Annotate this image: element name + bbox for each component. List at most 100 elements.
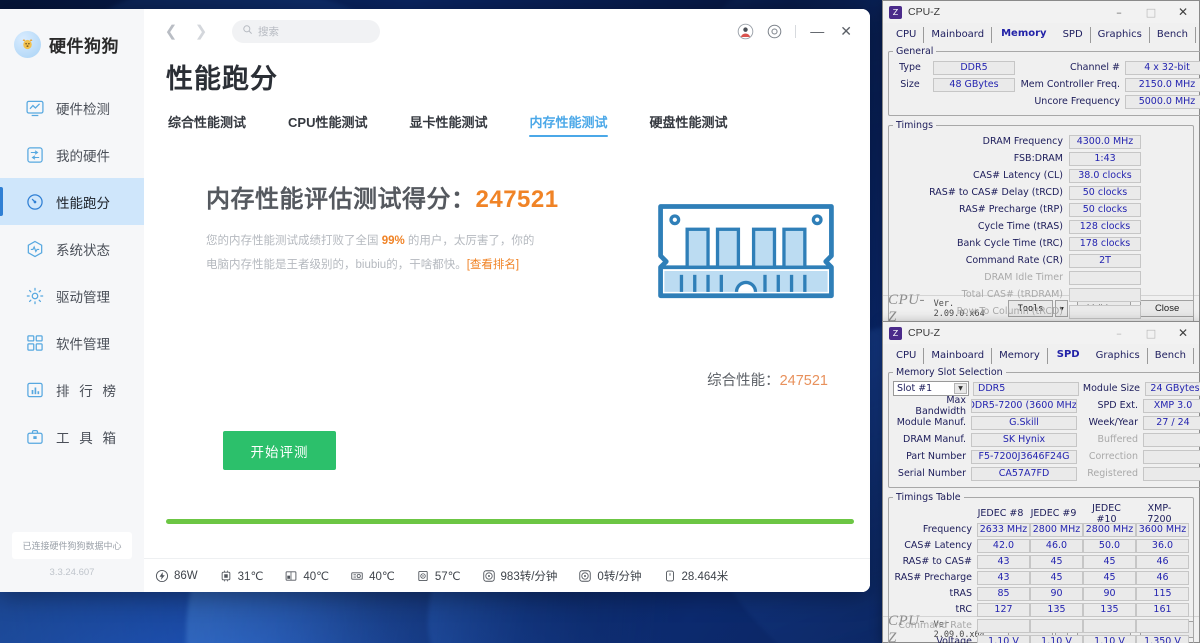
cell: 127 <box>977 602 1030 617</box>
sidebar-item-label: 驱动管理 <box>56 289 110 305</box>
tab-graphics[interactable]: Graphics <box>1091 27 1150 43</box>
tab-memory[interactable]: 内存性能测试 <box>529 112 608 137</box>
chevron-left-icon[interactable]: ❮ <box>158 18 184 44</box>
timing-label: FSB:DRAM <box>1013 153 1063 164</box>
ddr-type-value: DDR5 <box>973 381 1079 396</box>
timing-label: Total CAS# (tRDRAM) <box>961 289 1063 300</box>
status-mainboard-temp: 40℃ <box>284 569 329 583</box>
status-value: 57℃ <box>434 570 461 583</box>
timing-label: Bank Cycle Time (tRC) <box>956 238 1063 249</box>
sidebar-item-toolbox[interactable]: 工 具 箱 <box>0 413 144 460</box>
part-number-label: Part Number <box>906 451 966 462</box>
status-bar: 86W 31℃ 40℃ 40℃ 57℃ 983转/分钟 0转/分钟 28.464… <box>144 558 870 592</box>
timings-table-row: Command Rate <box>893 618 1189 633</box>
column-header: XMP-7200 <box>1147 502 1172 525</box>
hardware-card-icon <box>25 145 45 165</box>
tab-about[interactable]: About <box>1194 348 1200 364</box>
dram-manuf-label: DRAM Manuf. <box>903 434 966 445</box>
timing-value: 4300.0 MHz <box>1069 134 1141 149</box>
hexagon-pulse-icon <box>25 239 45 259</box>
tab-bench[interactable]: Bench <box>1148 348 1194 364</box>
benchmark-tabs: 综合性能测试 CPU性能测试 显卡性能测试 内存性能测试 硬盘性能测试 <box>166 112 854 137</box>
sidebar-item-software-manage[interactable]: 软件管理 <box>0 319 144 366</box>
tab-disk[interactable]: 硬盘性能测试 <box>650 112 728 137</box>
group-legend: Timings Table <box>896 492 961 503</box>
sidebar-item-system-status[interactable]: 系统状态 <box>0 225 144 272</box>
tab-spd[interactable]: SPD <box>1056 27 1091 43</box>
disk-icon <box>418 570 428 581</box>
close-button[interactable]: ✕ <box>838 24 854 38</box>
sidebar: 硬件狗狗 硬件检测 我的硬件 性能跑分 系统状态 驱动管理 软件管理 排 行 榜… <box>0 9 144 592</box>
spd-row: DRAM Manuf. SK Hynix Buffered <box>893 432 1200 447</box>
timings-table-row: RAS# to CAS# 43 45 45 46 <box>893 554 1189 569</box>
slot-select[interactable]: Slot #1 ▼ <box>893 381 969 396</box>
close-button[interactable]: ✕ <box>1167 1 1199 23</box>
tab-cpu[interactable]: CPU <box>889 27 925 43</box>
timing-label: DRAM Frequency <box>982 136 1063 147</box>
tab-memory[interactable]: Memory <box>992 348 1048 364</box>
tab-cpu[interactable]: CPU性能测试 <box>288 112 367 137</box>
cpuz-spd-tabs: CPU Mainboard Memory SPD Graphics Bench … <box>883 344 1199 364</box>
tab-about[interactable]: About <box>1196 27 1200 43</box>
timing-value: 50 clocks <box>1069 185 1141 200</box>
cell: 43 <box>977 570 1030 585</box>
cell: 115 <box>1136 586 1189 601</box>
sidebar-item-hardware-detect[interactable]: 硬件检测 <box>0 84 144 131</box>
channel-value: 4 x 32-bit <box>1125 60 1200 75</box>
timing-row: Command Rate (CR) 2T <box>893 253 1189 268</box>
view-ranking-link[interactable]: [查看排名] <box>467 259 519 271</box>
timing-row: RAS# Precharge (tRP) 50 clocks <box>893 202 1189 217</box>
timing-row: FSB:DRAM 1:43 <box>893 151 1189 166</box>
sidebar-item-benchmark[interactable]: 性能跑分 <box>0 178 144 225</box>
tab-overall[interactable]: 综合性能测试 <box>168 112 246 137</box>
spd-row: Module Manuf. G.Skill Week/Year 27 / 24 <box>893 415 1200 430</box>
status-value: 31℃ <box>237 570 264 583</box>
sidebar-item-leaderboard[interactable]: 排 行 榜 <box>0 366 144 413</box>
chevron-down-icon[interactable]: ▼ <box>954 383 967 394</box>
maximize-button[interactable]: □ <box>1135 322 1167 344</box>
tab-mainboard[interactable]: Mainboard <box>924 348 993 364</box>
status-uptime: 28.464米 <box>663 568 728 584</box>
general-row: Uncore Frequency 5000.0 MHz <box>893 94 1200 109</box>
timings-table-row: tRC 127 135 135 161 <box>893 602 1189 617</box>
cell: 161 <box>1136 602 1189 617</box>
maximize-button[interactable]: □ <box>1135 1 1167 23</box>
cell: 135 <box>1083 602 1136 617</box>
tab-gpu[interactable]: 显卡性能测试 <box>409 112 487 137</box>
column-header: JEDEC #8 <box>977 508 1024 519</box>
timing-row: Cycle Time (tRAS) 128 clocks <box>893 219 1189 234</box>
minimize-button[interactable]: — <box>808 24 826 38</box>
timing-value: 178 clocks <box>1069 236 1141 251</box>
sidebar-item-label: 排 行 榜 <box>56 383 120 399</box>
general-row: Type DDR5 Channel # 4 x 32-bit <box>893 60 1200 75</box>
timing-label: Command Rate (CR) <box>965 255 1063 266</box>
cpuz-icon: Z <box>889 326 902 340</box>
cell: 90 <box>1083 586 1136 601</box>
minimize-button[interactable]: – <box>1103 322 1135 344</box>
tab-bench[interactable]: Bench <box>1150 27 1197 43</box>
timing-row: DRAM Frequency 4300.0 MHz <box>893 134 1189 149</box>
tab-memory[interactable]: Memory <box>992 26 1055 43</box>
cpuz-spd-titlebar: Z CPU-Z – □ ✕ <box>883 322 1199 344</box>
power-icon <box>155 569 169 582</box>
tab-graphics[interactable]: Graphics <box>1089 348 1148 364</box>
memctrl-label: Mem Controller Freq. <box>1020 79 1120 90</box>
tab-cpu[interactable]: CPU <box>889 348 925 364</box>
search-input[interactable]: 搜索 <box>232 19 380 43</box>
user-avatar-icon[interactable] <box>737 23 754 40</box>
chevron-right-icon[interactable]: ❯ <box>188 18 214 44</box>
sidebar-item-my-hardware[interactable]: 我的硬件 <box>0 131 144 178</box>
minimize-button[interactable]: – <box>1103 1 1135 23</box>
tab-mainboard[interactable]: Mainboard <box>924 27 993 43</box>
buffered-label: Buffered <box>1097 434 1138 445</box>
progress-bar <box>166 519 854 524</box>
status-fan2: 0转/分钟 <box>578 568 642 584</box>
gear-icon[interactable] <box>766 23 783 40</box>
cpuz-memory-window: Z CPU-Z – □ ✕ CPU Mainboard Memory SPD G… <box>882 0 1200 326</box>
close-button[interactable]: ✕ <box>1167 322 1199 344</box>
sidebar-item-driver-manage[interactable]: 驱动管理 <box>0 272 144 319</box>
cell: 1.350 V <box>1136 634 1189 643</box>
bar-chart-icon <box>25 380 45 400</box>
start-benchmark-button[interactable]: 开始评测 <box>223 431 336 470</box>
tab-spd[interactable]: SPD <box>1048 347 1089 364</box>
